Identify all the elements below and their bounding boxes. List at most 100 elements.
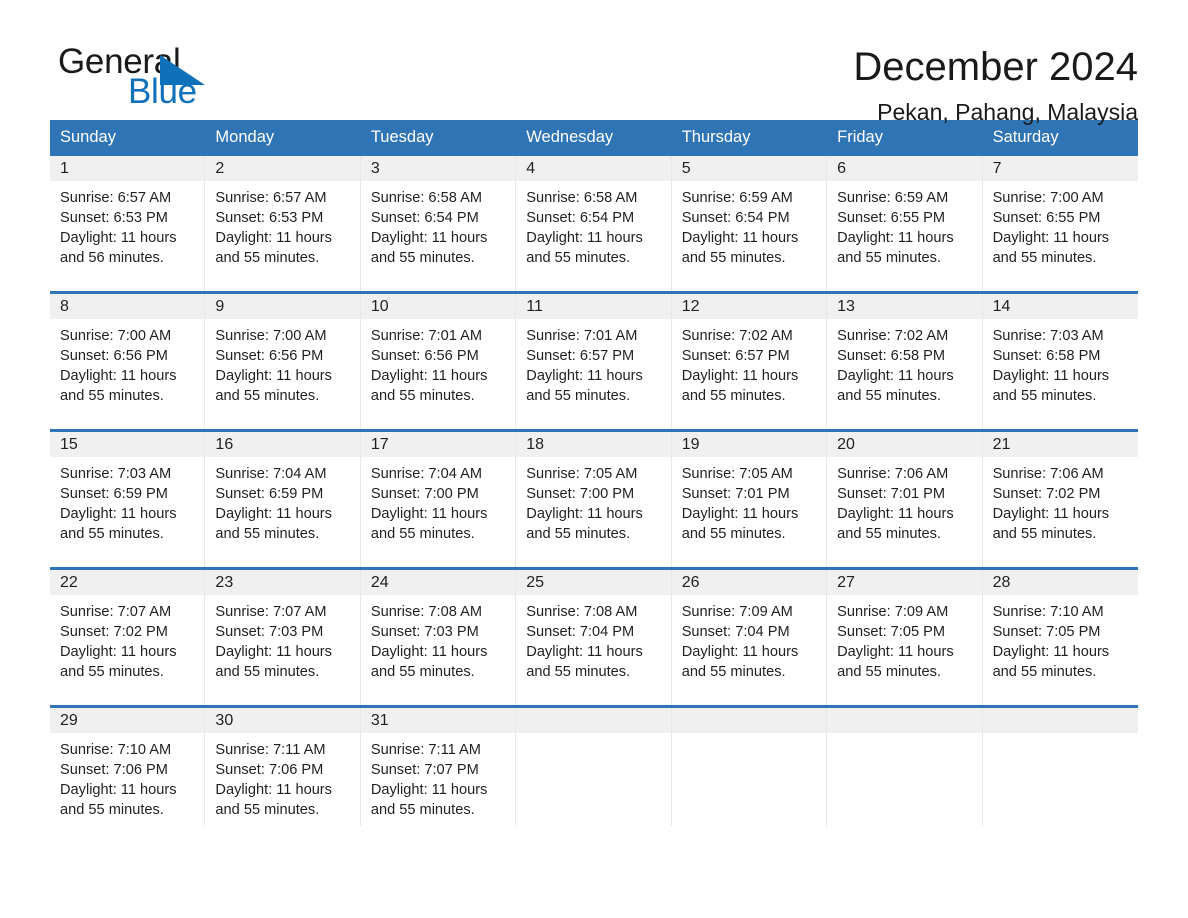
sunrise-time: Sunrise: 7:09 AM xyxy=(837,603,949,620)
daylight-duration-line2: and 55 minutes. xyxy=(681,387,786,404)
calendar-day-cell[interactable]: 19 Sunrise: 7:05 AM Sunset: 7:01 PM Dayligh… xyxy=(671,431,828,567)
sunset-time: Sunset: 7:07 PM xyxy=(370,761,479,778)
calendar-day-cell[interactable]: 16 Sunrise: 7:04 AM Sunset: 6:59 PM Dayligh… xyxy=(205,431,361,567)
day-number xyxy=(827,707,982,733)
sunrise-time: Sunrise: 7:03 AM xyxy=(992,327,1104,344)
sunset-time: Sunset: 7:02 PM xyxy=(60,623,168,640)
calendar-day-cell[interactable]: 2 Sunrise: 6:57 AM Sunset: 6:53 PM Daylight… xyxy=(205,155,361,291)
daylight-duration-line2: and 55 minutes. xyxy=(215,387,320,404)
day-number: 19 xyxy=(671,431,827,457)
daylight-duration-line2: and 55 minutes. xyxy=(837,663,941,680)
day-details: Sunrise: 7:10 AM Sunset: 7:05 PM Daylight:… xyxy=(983,595,1138,682)
daylight-duration-line1: Daylight: 11 hours xyxy=(370,781,488,798)
sunset-time: Sunset: 7:01 PM xyxy=(681,485,790,502)
sunset-time: Sunset: 6:59 PM xyxy=(215,485,324,502)
calendar-day-cell[interactable]: 28 Sunrise: 7:10 AM Sunset: 7:05 PM Dayligh… xyxy=(982,569,1138,705)
day-number: 17 xyxy=(360,431,516,457)
daylight-duration-line1: Daylight: 11 hours xyxy=(681,505,799,522)
logo-text-blue: Blue xyxy=(128,72,197,111)
day-details: Sunrise: 7:00 AM Sunset: 6:56 PM Daylight:… xyxy=(50,319,204,406)
weeks-container: 1 Sunrise: 6:57 AM Sunset: 6:53 PM Daylight… xyxy=(50,155,1138,826)
calendar-day-cell[interactable]: 17 Sunrise: 7:04 AM Sunset: 7:00 PM Dayligh… xyxy=(360,431,517,567)
day-details: Sunrise: 7:02 AM Sunset: 6:57 PM Daylight:… xyxy=(672,319,826,406)
calendar-week-row: 1 Sunrise: 6:57 AM Sunset: 6:53 PM Daylight… xyxy=(50,155,1138,291)
sunrise-time: Sunrise: 6:59 AM xyxy=(681,189,793,206)
daylight-duration-line1: Daylight: 11 hours xyxy=(370,229,488,246)
day-details: Sunrise: 7:00 AM Sunset: 6:55 PM Daylight:… xyxy=(983,181,1138,268)
day-number: 13 xyxy=(827,293,982,319)
calendar-day-cell[interactable]: 1 Sunrise: 6:57 AM Sunset: 6:53 PM Daylight… xyxy=(50,155,206,291)
daylight-duration-line1: Daylight: 11 hours xyxy=(370,367,488,384)
day-details: Sunrise: 7:03 AM Sunset: 6:58 PM Daylight:… xyxy=(983,319,1138,406)
calendar-day-cell[interactable]: 5 Sunrise: 6:59 AM Sunset: 6:54 PM Daylight… xyxy=(671,155,828,291)
day-details xyxy=(672,733,826,740)
calendar-day-cell[interactable]: 3 Sunrise: 6:58 AM Sunset: 6:54 PM Daylight… xyxy=(360,155,517,291)
sunrise-time: Sunrise: 7:04 AM xyxy=(370,465,482,482)
daylight-duration-line1: Daylight: 11 hours xyxy=(215,367,332,384)
daylight-duration-line1: Daylight: 11 hours xyxy=(526,229,643,246)
daylight-duration-line2: and 55 minutes. xyxy=(837,249,941,266)
day-details: Sunrise: 7:01 AM Sunset: 6:57 PM Daylight:… xyxy=(516,319,670,406)
sunrise-time: Sunrise: 7:00 AM xyxy=(60,327,172,344)
calendar-day-cell-empty xyxy=(516,707,672,826)
general-blue-logo[interactable]: General Blue xyxy=(50,44,280,118)
day-details: Sunrise: 7:05 AM Sunset: 7:01 PM Daylight:… xyxy=(672,457,826,544)
sunrise-time: Sunrise: 7:06 AM xyxy=(837,465,949,482)
sunset-time: Sunset: 6:59 PM xyxy=(60,485,168,502)
sunrise-time: Sunrise: 7:02 AM xyxy=(681,327,793,344)
calendar-day-cell[interactable]: 12 Sunrise: 7:02 AM Sunset: 6:57 PM Dayligh… xyxy=(671,293,828,429)
calendar-day-cell[interactable]: 10 Sunrise: 7:01 AM Sunset: 6:56 PM Dayligh… xyxy=(360,293,517,429)
weekday-header-row: Sunday Monday Tuesday Wednesday Thursday… xyxy=(50,120,1138,156)
sunset-time: Sunset: 6:56 PM xyxy=(60,347,168,364)
daylight-duration-line1: Daylight: 11 hours xyxy=(992,229,1110,246)
calendar-day-cell[interactable]: 22 Sunrise: 7:07 AM Sunset: 7:02 PM Dayligh… xyxy=(50,569,206,705)
calendar-day-cell[interactable]: 27 Sunrise: 7:09 AM Sunset: 7:05 PM Dayligh… xyxy=(827,569,983,705)
calendar-day-cell[interactable]: 11 Sunrise: 7:01 AM Sunset: 6:57 PM Dayligh… xyxy=(516,293,672,429)
calendar-day-cell[interactable]: 14 Sunrise: 7:03 AM Sunset: 6:58 PM Dayligh… xyxy=(982,293,1138,429)
calendar-day-cell[interactable]: 24 Sunrise: 7:08 AM Sunset: 7:03 PM Dayligh… xyxy=(360,569,517,705)
day-details: Sunrise: 7:09 AM Sunset: 7:05 PM Daylight:… xyxy=(827,595,981,682)
daylight-duration-line2: and 55 minutes. xyxy=(370,801,475,818)
calendar-day-cell[interactable]: 9 Sunrise: 7:00 AM Sunset: 6:56 PM Daylight… xyxy=(205,293,361,429)
sunrise-time: Sunrise: 7:06 AM xyxy=(992,465,1104,482)
day-details: Sunrise: 7:02 AM Sunset: 6:58 PM Daylight:… xyxy=(827,319,981,406)
sunset-time: Sunset: 7:04 PM xyxy=(681,623,790,640)
daylight-duration-line1: Daylight: 11 hours xyxy=(215,643,332,660)
sunrise-time: Sunrise: 6:57 AM xyxy=(60,189,172,206)
day-number: 15 xyxy=(50,431,205,457)
calendar-day-cell[interactable]: 21 Sunrise: 7:06 AM Sunset: 7:02 PM Dayligh… xyxy=(982,431,1138,567)
calendar-day-cell[interactable]: 31 Sunrise: 7:11 AM Sunset: 7:07 PM Dayligh… xyxy=(360,707,517,826)
sunrise-time: Sunrise: 7:09 AM xyxy=(681,603,793,620)
daylight-duration-line2: and 55 minutes. xyxy=(215,663,320,680)
calendar-day-cell[interactable]: 18 Sunrise: 7:05 AM Sunset: 7:00 PM Dayligh… xyxy=(516,431,672,567)
day-number: 20 xyxy=(827,431,982,457)
day-number: 18 xyxy=(516,431,671,457)
sunrise-time: Sunrise: 7:07 AM xyxy=(215,603,327,620)
calendar-week-row: 15 Sunrise: 7:03 AM Sunset: 6:59 PM Dayligh… xyxy=(50,428,1138,567)
calendar-day-cell[interactable]: 13 Sunrise: 7:02 AM Sunset: 6:58 PM Dayligh… xyxy=(827,293,983,429)
daylight-duration-line2: and 55 minutes. xyxy=(60,801,164,818)
calendar-day-cell[interactable]: 8 Sunrise: 7:00 AM Sunset: 6:56 PM Daylight… xyxy=(50,293,206,429)
day-number: 3 xyxy=(360,155,516,181)
calendar-day-cell[interactable]: 30 Sunrise: 7:11 AM Sunset: 7:06 PM Dayligh… xyxy=(205,707,361,826)
calendar-day-cell[interactable]: 7 Sunrise: 7:00 AM Sunset: 6:55 PM Daylight… xyxy=(982,155,1138,291)
daylight-duration-line2: and 55 minutes. xyxy=(681,663,786,680)
calendar-day-cell[interactable]: 25 Sunrise: 7:08 AM Sunset: 7:04 PM Dayligh… xyxy=(516,569,672,705)
calendar-day-cell[interactable]: 20 Sunrise: 7:06 AM Sunset: 7:01 PM Dayligh… xyxy=(827,431,983,567)
calendar-day-cell[interactable]: 15 Sunrise: 7:03 AM Sunset: 6:59 PM Dayligh… xyxy=(50,431,206,567)
calendar-day-cell[interactable]: 4 Sunrise: 6:58 AM Sunset: 6:54 PM Daylight… xyxy=(516,155,672,291)
daylight-duration-line2: and 55 minutes. xyxy=(992,525,1097,542)
daylight-duration-line1: Daylight: 11 hours xyxy=(992,505,1110,522)
sunrise-time: Sunrise: 7:00 AM xyxy=(215,327,327,344)
daylight-duration-line1: Daylight: 11 hours xyxy=(837,367,954,384)
sunset-time: Sunset: 6:57 PM xyxy=(526,347,635,364)
day-details: Sunrise: 7:06 AM Sunset: 7:02 PM Daylight:… xyxy=(983,457,1138,544)
sunset-time: Sunset: 6:56 PM xyxy=(370,347,479,364)
day-details: Sunrise: 7:03 AM Sunset: 6:59 PM Daylight:… xyxy=(50,457,204,544)
calendar-day-cell[interactable]: 26 Sunrise: 7:09 AM Sunset: 7:04 PM Dayligh… xyxy=(671,569,828,705)
daylight-duration-line2: and 55 minutes. xyxy=(370,249,475,266)
calendar-day-cell[interactable]: 29 Sunrise: 7:10 AM Sunset: 7:06 PM Dayligh… xyxy=(50,707,206,826)
sunset-time: Sunset: 6:58 PM xyxy=(837,347,946,364)
calendar-day-cell[interactable]: 23 Sunrise: 7:07 AM Sunset: 7:03 PM Dayligh… xyxy=(205,569,361,705)
calendar-day-cell[interactable]: 6 Sunrise: 6:59 AM Sunset: 6:55 PM Daylight… xyxy=(827,155,983,291)
